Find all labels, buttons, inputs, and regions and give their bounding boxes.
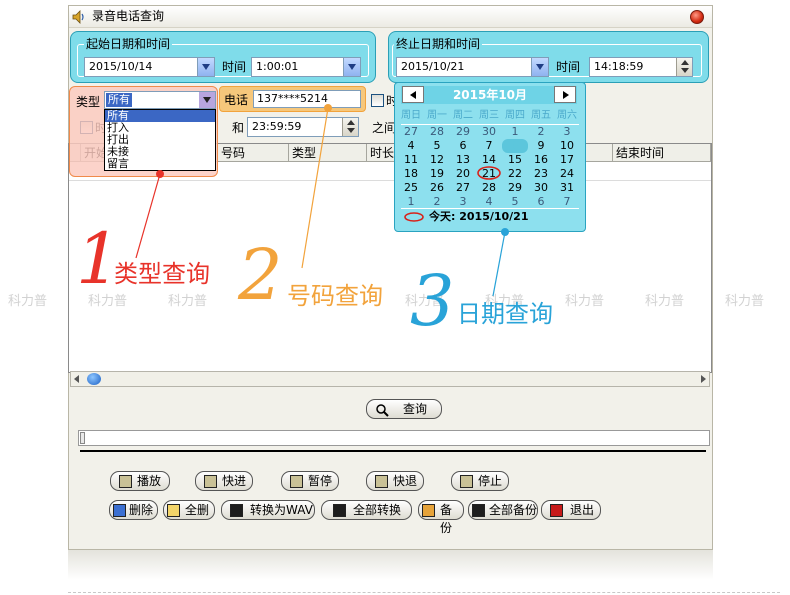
annotation-number-3: 3 (410, 260, 455, 342)
annotation-text-2: 号码查询 (287, 282, 383, 310)
annotation-line-1 (135, 173, 161, 259)
annotation-dot-2 (324, 104, 332, 112)
selected-date-circle (477, 166, 501, 180)
annotation-number-2: 2 (238, 234, 283, 316)
annotation-dot-1 (156, 170, 164, 178)
annotation-line-3 (492, 231, 506, 297)
annotation-text-3: 日期查询 (457, 300, 553, 328)
annotation-dot-3 (501, 228, 509, 236)
annotation-text-1: 类型查询 (114, 260, 210, 288)
annotation-line-2 (301, 107, 329, 269)
